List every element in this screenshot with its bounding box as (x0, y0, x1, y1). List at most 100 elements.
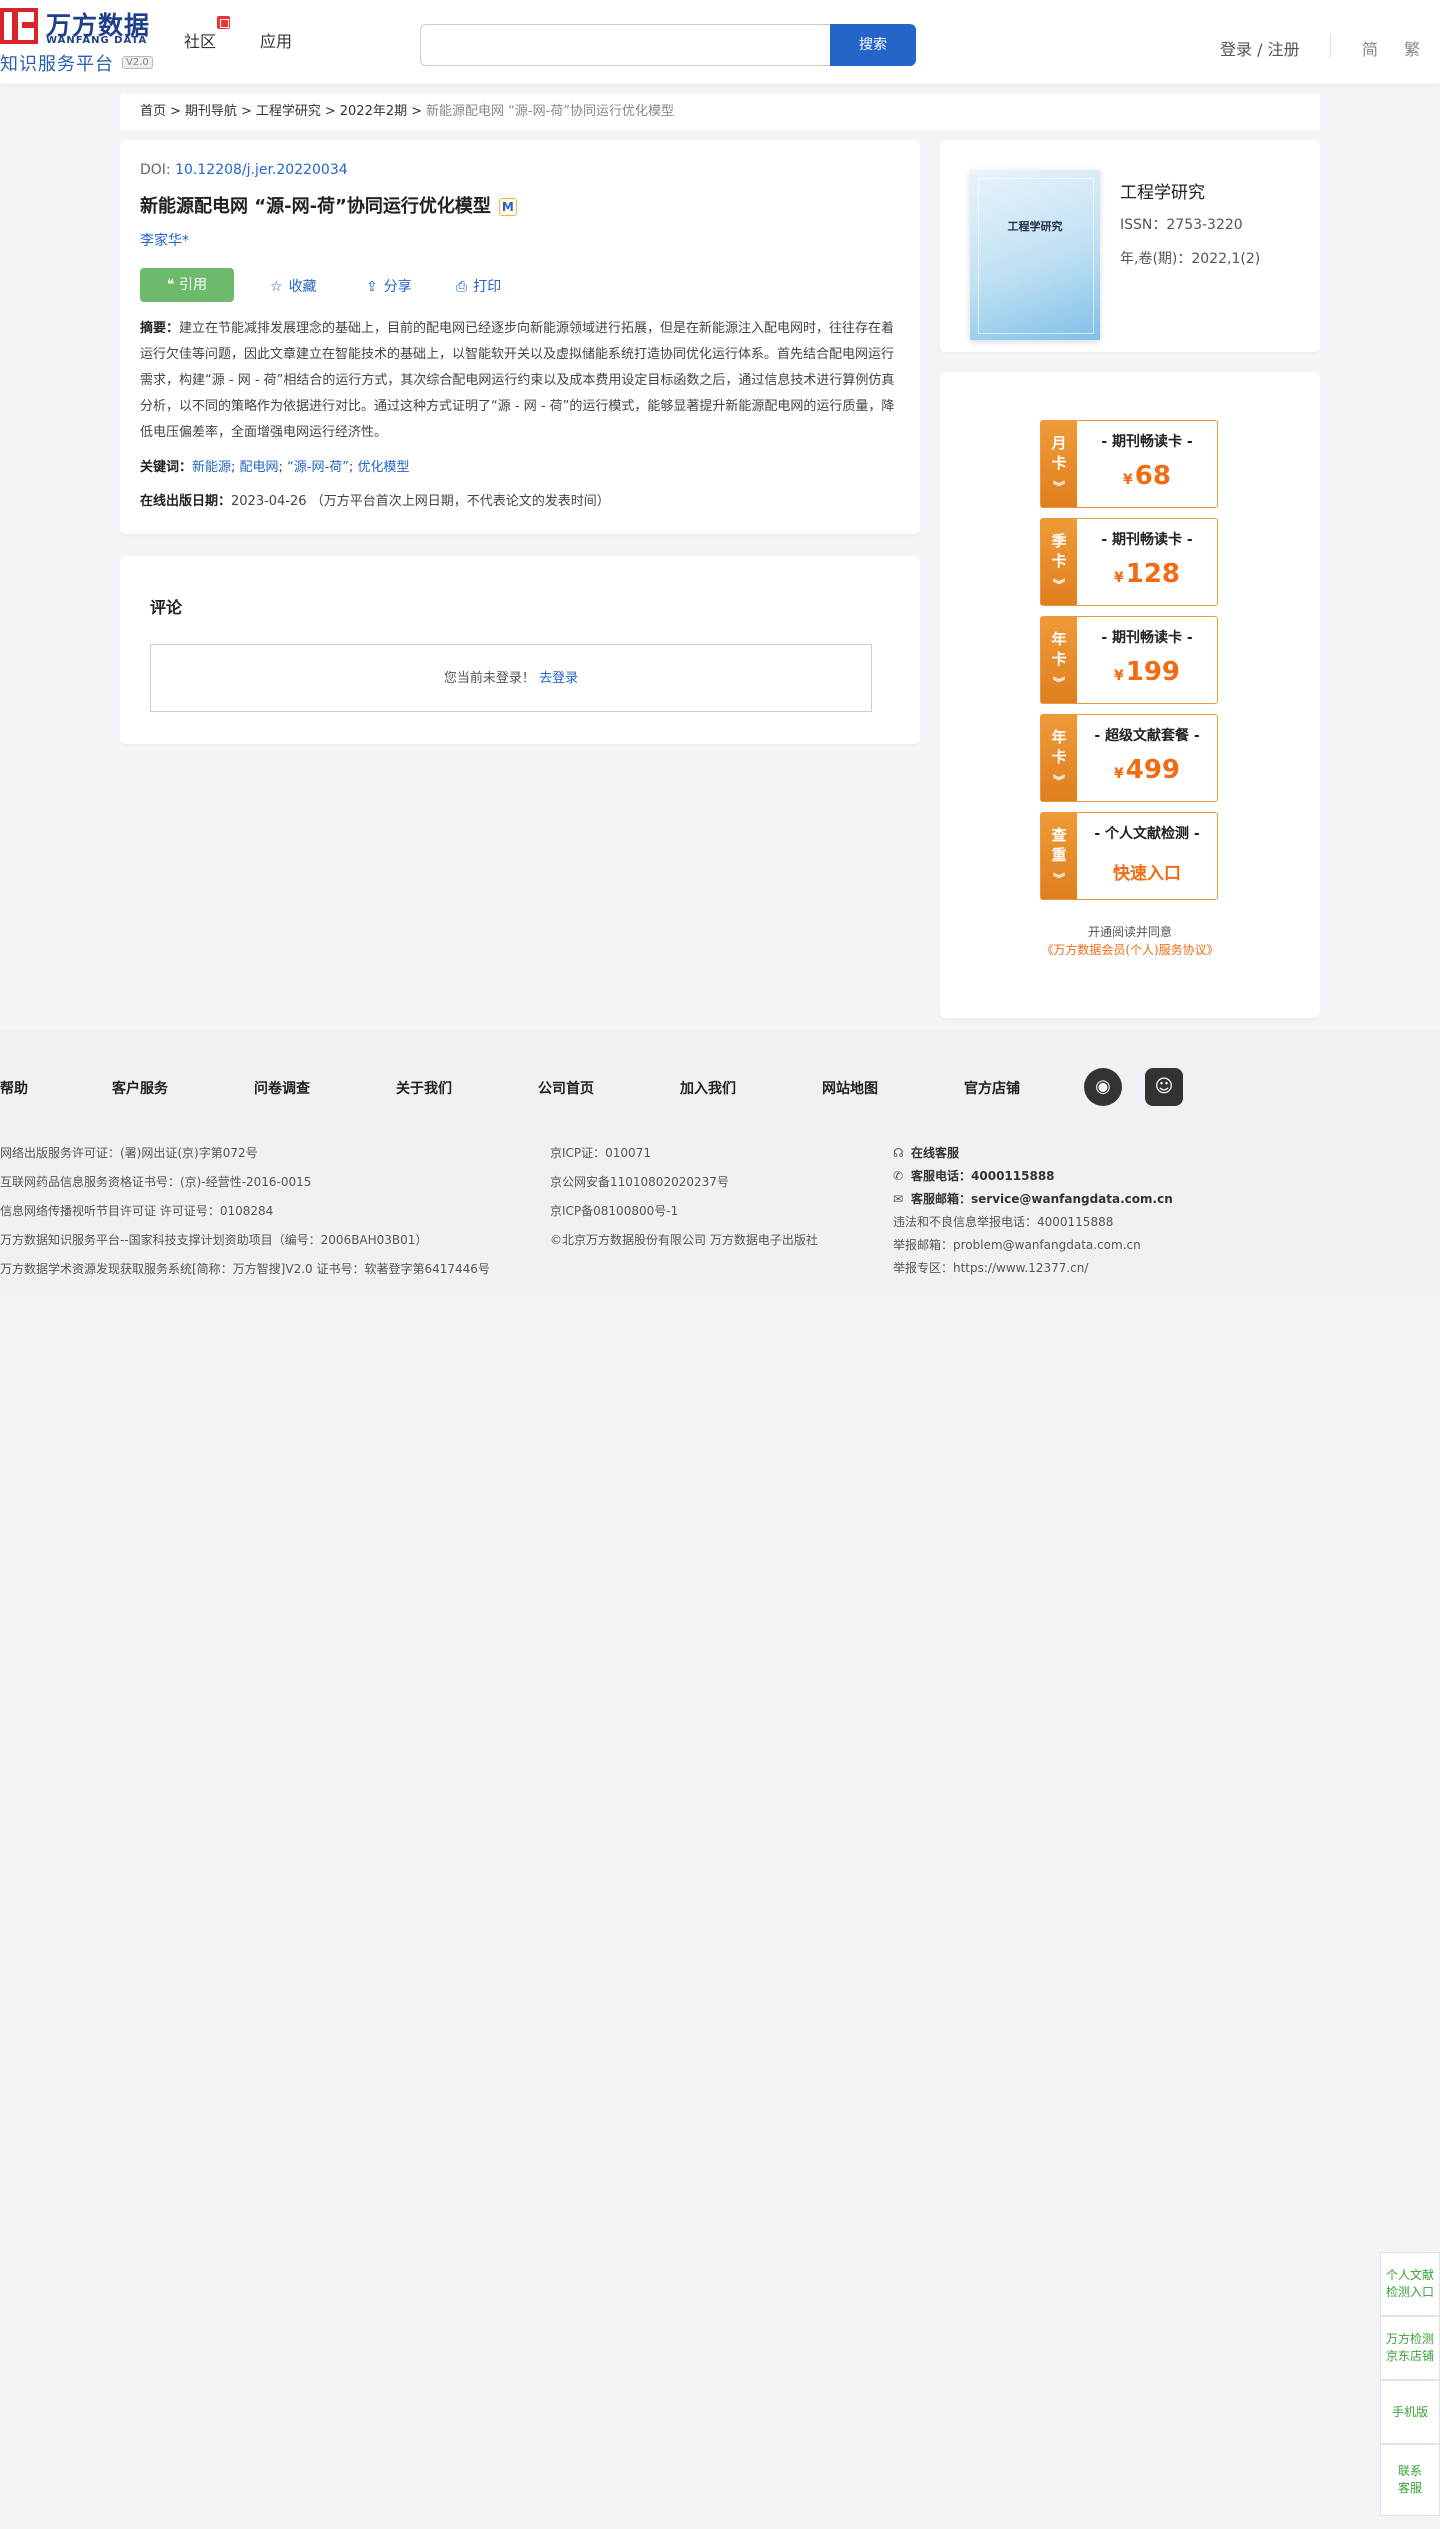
metadata-badge-icon[interactable]: M (498, 198, 517, 216)
pricing-card: 月卡 ︾ - 期刊畅读卡 - ¥68 季卡 ︾ - 期刊畅读卡 - ¥128 年卡 ︾… (940, 372, 1320, 1018)
float-jd-store[interactable]: 万方检测京东店铺 (1380, 2316, 1440, 2380)
comment-login-box: 您当前未登录！ 去登录 (150, 644, 872, 712)
online-service[interactable]: ☊ 在线客服 (893, 1144, 959, 1161)
keyword-link[interactable]: “源-网-荷” (287, 460, 349, 475)
email-value: service@wanfangdata.com.cn (971, 1192, 1173, 1206)
search-input[interactable] (420, 24, 830, 66)
keywords-label: 关键词： (140, 460, 193, 475)
plan-super-package[interactable]: 年卡 ︾ - 超级文献套餐 - ¥499 (1040, 714, 1218, 802)
weibo-icon[interactable]: ◉ (1084, 1068, 1122, 1106)
plan-price-value: 499 (1125, 755, 1181, 785)
share-label: 分享 (383, 279, 412, 295)
service-email: ✉ 客服邮箱：service@wanfangdata.com.cn (893, 1190, 1173, 1207)
footer-nav-sitemap[interactable]: 网站地图 (822, 1078, 878, 1098)
breadcrumb-journals[interactable]: 期刊导航 (185, 104, 237, 119)
footer-icp: 京公网安备11010802020237号 (550, 1175, 729, 1189)
pubdate-label: 在线出版日期： (140, 494, 232, 509)
footer-nav-about[interactable]: 关于我们 (396, 1078, 452, 1098)
footer-nav-company[interactable]: 公司首页 (538, 1078, 594, 1098)
breadcrumb-issue[interactable]: 2022年2期 (340, 104, 407, 119)
footer-copyright: ©北京万方数据股份有限公司 万方数据电子出版社 (550, 1233, 818, 1247)
float-label: 手机版 (1391, 2404, 1428, 2419)
journal-cover[interactable]: 工程学研究 (970, 170, 1100, 340)
cite-button[interactable]: ❝ 引用 (140, 268, 234, 302)
plan-tab-char: 卡 (1051, 748, 1067, 766)
plan-name: - 期刊畅读卡 - (1101, 630, 1193, 646)
plan-price: ¥499 (1077, 755, 1217, 785)
keyword-link[interactable]: 优化模型 (357, 460, 409, 475)
plan-tab-char: 卡 (1051, 552, 1067, 570)
printer-icon: ⎙ (456, 279, 468, 295)
float-contact-service[interactable]: 联系客服 (1380, 2444, 1440, 2516)
report-phone: 违法和不良信息举报电话：4000115888 (893, 1215, 1114, 1229)
plan-tab-char: 年 (1051, 630, 1067, 648)
breadcrumb-current: 新能源配电网 “源-网-荷”协同运行优化模型 (426, 104, 675, 119)
agreement: 开通阅读并同意 《万方数据会员(个人)服务协议》 (940, 923, 1320, 959)
doi-line: DOI: 10.12208/j.jer.20220034 (140, 162, 348, 178)
nav-apps[interactable]: 应用 (260, 28, 292, 52)
float-plagiarism-entry[interactable]: 个人文献检测入口 (1380, 2252, 1440, 2316)
favorite-label: 收藏 (288, 279, 317, 295)
float-mobile[interactable]: 手机版 (1380, 2380, 1440, 2444)
print-button[interactable]: ⎙ 打印 (456, 276, 501, 296)
headset-icon: ☊ (893, 1146, 904, 1160)
plan-price: ¥199 (1077, 657, 1217, 687)
keyword-link[interactable]: 配电网 (240, 460, 279, 475)
footer-nav-help[interactable]: 帮助 (0, 1078, 28, 1098)
plan-tab-char: 查 (1051, 826, 1067, 844)
journal-name[interactable]: 工程学研究 (1120, 178, 1205, 203)
currency-symbol: ¥ (1113, 570, 1124, 586)
plan-yearly-card[interactable]: 年卡 ︾ - 期刊畅读卡 - ¥199 (1040, 616, 1218, 704)
abstract-text: 建立在节能减排发展理念的基础上，目前的配电网已经逐步向新能源领域进行拓展，但是在… (140, 321, 895, 440)
nav-community[interactable]: 社区 (184, 28, 216, 52)
currency-symbol: ¥ (1123, 472, 1133, 488)
plan-name: - 个人文献检测 - (1094, 826, 1200, 842)
online-service-label: 在线客服 (911, 1146, 960, 1160)
double-chevron-down-icon: ︾ (1052, 774, 1065, 788)
footer-license: 网络出版服务许可证：(署)网出证(京)字第072号 (0, 1146, 258, 1160)
print-label: 打印 (473, 279, 502, 295)
plan-tab: 年卡 ︾ (1041, 715, 1077, 801)
lang-simplified[interactable]: 简 (1362, 36, 1378, 60)
plan-tab: 季卡 ︾ (1041, 519, 1077, 605)
phone-label: 客服电话： (911, 1169, 972, 1183)
plan-tab-char: 月 (1051, 434, 1067, 452)
wechat-icon[interactable]: ☺ (1145, 1068, 1183, 1106)
plan-tab: 查重 ︾ (1041, 813, 1077, 899)
plan-quarterly-card[interactable]: 季卡 ︾ - 期刊畅读卡 - ¥128 (1040, 518, 1218, 606)
wanfang-logo[interactable]: 万方数据 WANFANG DATA 知识服务平台 V2.0 (0, 6, 160, 75)
favorite-button[interactable]: ☆ 收藏 (270, 276, 317, 296)
phone-icon: ✆ (893, 1169, 904, 1183)
pubdate-value: 2023-04-26 (231, 494, 307, 509)
float-label: 个人文献检测入口 (1386, 2268, 1435, 2299)
author-link[interactable]: 李家华* (140, 230, 189, 250)
plan-tab-char: 重 (1051, 846, 1067, 864)
plan-plagiarism-check[interactable]: 查重 ︾ - 个人文献检测 - 快速入口 (1040, 812, 1218, 900)
quick-entry-link[interactable]: 快速入口 (1077, 859, 1217, 884)
lang-traditional[interactable]: 繁 (1404, 36, 1420, 60)
service-phone: ✆ 客服电话：4000115888 (893, 1167, 1055, 1184)
doi-link[interactable]: 10.12208/j.jer.20220034 (175, 162, 348, 178)
breadcrumb-sep: > (240, 104, 252, 119)
journal-card: 工程学研究 工程学研究 ISSN：2753-3220 年,卷(期)：2022,1… (940, 140, 1320, 352)
plan-tab: 月卡 ︾ (1041, 421, 1077, 507)
share-button[interactable]: ⇪ 分享 (366, 276, 412, 296)
footer-nav-customer-service[interactable]: 客户服务 (112, 1078, 168, 1098)
plan-tab-char: 季 (1051, 532, 1067, 550)
plan-price-value: 68 (1134, 461, 1171, 491)
plan-tab-char: 年 (1051, 728, 1067, 746)
breadcrumb-journal[interactable]: 工程学研究 (256, 104, 321, 119)
search-button[interactable]: 搜索 (830, 24, 916, 66)
go-login-link[interactable]: 去登录 (539, 671, 578, 686)
footer-nav-join[interactable]: 加入我们 (680, 1078, 736, 1098)
service-agreement-link[interactable]: 《万方数据会员(个人)服务协议》 (1041, 943, 1218, 957)
breadcrumb-home[interactable]: 首页 (140, 104, 166, 119)
double-chevron-down-icon: ︾ (1052, 480, 1065, 494)
breadcrumb: 首页 > 期刊导航 > 工程学研究 >2022年2期 > 新能源配电网 “源-网-荷”协同运行… (120, 94, 1320, 130)
footer-nav-shop[interactable]: 官方店铺 (964, 1078, 1020, 1098)
plan-monthly-card[interactable]: 月卡 ︾ - 期刊畅读卡 - ¥68 (1040, 420, 1218, 508)
keyword-link[interactable]: 新能源 (192, 460, 231, 475)
report-zone[interactable]: 举报专区：https://www.12377.cn/ (893, 1259, 1088, 1276)
footer-nav-survey[interactable]: 问卷调查 (254, 1078, 310, 1098)
login-register-link[interactable]: 登录 / 注册 (1220, 36, 1300, 60)
